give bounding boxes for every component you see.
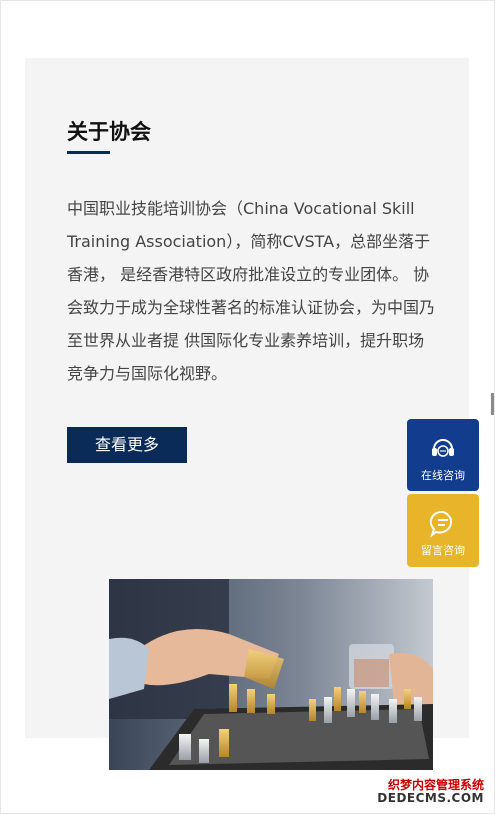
online-consult-button[interactable]: 在线咨询 bbox=[407, 419, 479, 491]
message-consult-label: 留言咨询 bbox=[421, 544, 465, 557]
about-description: 中国职业技能培训协会（China Vocational Skill Traini… bbox=[67, 199, 436, 383]
scroll-handle[interactable] bbox=[491, 393, 494, 415]
watermark-line1: 织梦内容管理系统 bbox=[387, 777, 484, 792]
dedecms-watermark: 织梦内容管理系统 DEDECMS.COM bbox=[377, 777, 484, 805]
watermark-line2: DEDECMS.COM bbox=[377, 790, 484, 805]
view-more-button[interactable]: 查看更多 bbox=[67, 427, 187, 463]
chat-bubble-icon bbox=[428, 508, 458, 538]
about-section: 关于协会 中国职业技能培训协会（China Vocational Skill T… bbox=[25, 58, 469, 770]
page-frame: 关于协会 中国职业技能培训协会（China Vocational Skill T… bbox=[0, 0, 495, 814]
online-consult-label: 在线咨询 bbox=[421, 469, 465, 482]
chess-photo bbox=[109, 579, 433, 770]
section-title: 关于协会 bbox=[67, 120, 151, 144]
message-consult-button[interactable]: 留言咨询 bbox=[407, 494, 479, 567]
headset-icon bbox=[428, 433, 458, 463]
title-underline bbox=[67, 151, 110, 154]
